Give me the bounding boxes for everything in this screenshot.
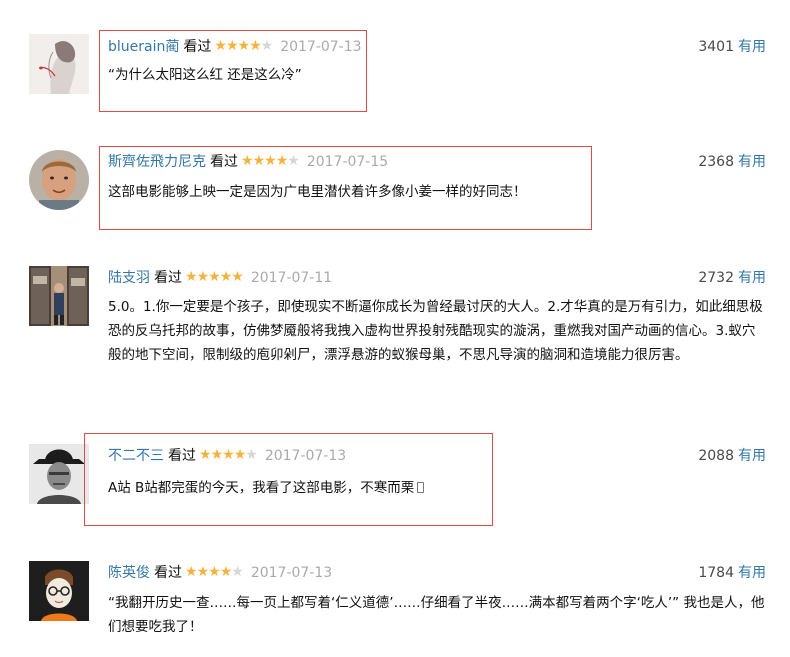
user-name-link[interactable]: 陆支羽: [108, 270, 150, 286]
star-icon: ★: [219, 269, 233, 285]
review-content: “我翻开历史一查……每一页上都写着‘仁义道德’……仔细看了半夜……满本都写着两个…: [108, 595, 765, 635]
vote-count: 2368: [698, 154, 734, 170]
review-content: 5.0。1.你一定要是个孩子，即使现实不断逼你成长为曾经最讨厌的大人。2.才华真…: [108, 299, 763, 363]
vote-area: 3401 有用: [698, 37, 766, 57]
star-icon: ★: [231, 564, 244, 580]
highlight-box: [99, 146, 592, 230]
highlight-box: [84, 433, 493, 526]
avatar-image: [29, 444, 89, 504]
avatar[interactable]: [29, 561, 89, 621]
vote-area: 2368 有用: [698, 152, 766, 172]
avatar[interactable]: [29, 266, 89, 326]
review-header: 陆支羽 看过 ★★★★★ 2017-07-11: [108, 268, 332, 288]
avatar[interactable]: [29, 150, 89, 210]
useful-button[interactable]: 有用: [738, 270, 766, 286]
watch-status: 看过: [154, 565, 182, 581]
review-header: 陈英俊 看过 ★★★★★ 2017-07-13: [108, 563, 332, 583]
useful-button[interactable]: 有用: [738, 565, 766, 581]
useful-button[interactable]: 有用: [738, 39, 766, 55]
star-icon: ★: [208, 564, 221, 580]
rating-stars: ★★★★★: [185, 562, 244, 582]
rating-stars: ★★★★★: [185, 267, 244, 287]
user-name-link[interactable]: 陈英俊: [108, 565, 150, 581]
vote-count: 2088: [698, 448, 734, 464]
highlight-box: [99, 30, 367, 112]
vote-area: 2732 有用: [698, 268, 766, 288]
avatar-image: [29, 34, 89, 94]
vote-count: 2732: [698, 270, 734, 286]
review-date: 2017-07-13: [250, 565, 333, 581]
watch-status: 看过: [154, 270, 182, 286]
vote-count: 3401: [698, 39, 734, 55]
star-icon: ★: [219, 564, 233, 580]
avatar[interactable]: [29, 444, 89, 504]
avatar[interactable]: [29, 34, 89, 94]
avatar-image: [29, 266, 89, 326]
star-icon: ★: [185, 564, 198, 580]
avatar-image: [29, 561, 89, 621]
useful-button[interactable]: 有用: [738, 448, 766, 464]
star-icon: ★: [196, 269, 210, 285]
star-icon: ★: [208, 269, 221, 285]
avatar-image: [29, 150, 89, 210]
vote-count: 1784: [698, 565, 734, 581]
review-date: 2017-07-11: [250, 270, 333, 286]
vote-area: 2088 有用: [698, 446, 766, 466]
star-icon: ★: [185, 269, 198, 285]
useful-button[interactable]: 有用: [738, 154, 766, 170]
star-icon: ★: [231, 269, 244, 285]
star-icon: ★: [196, 564, 210, 580]
vote-area: 1784 有用: [698, 563, 766, 583]
